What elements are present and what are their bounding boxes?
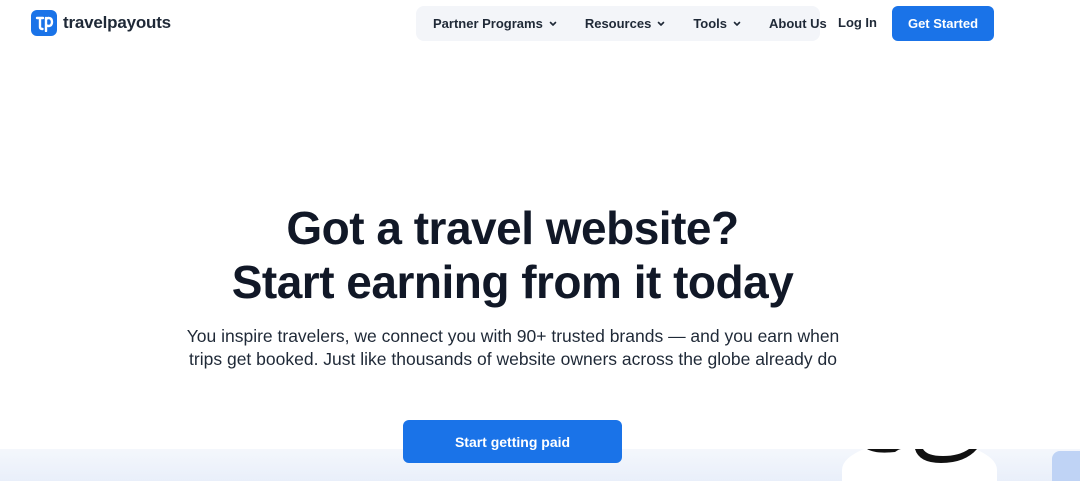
travelpayouts-logo-icon xyxy=(31,10,57,36)
site-header: travelpayouts Partner Programs Resources… xyxy=(0,0,1080,48)
main-nav: Partner Programs Resources Tools About U… xyxy=(416,6,827,41)
get-started-button[interactable]: Get Started xyxy=(892,6,994,41)
hero-subtitle: You inspire travelers, we connect you wi… xyxy=(186,326,840,369)
nav-item-about-us[interactable]: About Us xyxy=(769,16,827,31)
nav-item-label: Resources xyxy=(584,16,652,31)
logo[interactable]: travelpayouts xyxy=(31,10,171,36)
page: travelpayouts Partner Programs Resources… xyxy=(0,0,1080,481)
chevron-down-icon xyxy=(549,21,557,26)
hero-title-line-2: Start earning from it today xyxy=(231,256,794,308)
start-getting-paid-button[interactable]: Start getting paid xyxy=(403,420,622,463)
hero-title: Got a travel website? Start earning from… xyxy=(0,201,1025,309)
logo-text: travelpayouts xyxy=(63,13,171,32)
hero-title-line-1: Got a travel website? xyxy=(286,202,739,254)
login-link[interactable]: Log In xyxy=(838,15,877,30)
nav-item-partner-programs[interactable]: Partner Programs xyxy=(433,16,557,31)
decorative-card xyxy=(1052,451,1080,481)
nav-item-label: Tools xyxy=(693,16,728,31)
nav-item-resources[interactable]: Resources xyxy=(585,16,665,31)
nav-item-label: About Us xyxy=(769,16,827,31)
nav-item-label: Partner Programs xyxy=(433,16,543,31)
decorative-illustration xyxy=(867,449,977,463)
nav-item-tools[interactable]: Tools xyxy=(693,16,741,31)
chevron-down-icon xyxy=(658,21,665,26)
chevron-down-icon xyxy=(733,21,741,26)
